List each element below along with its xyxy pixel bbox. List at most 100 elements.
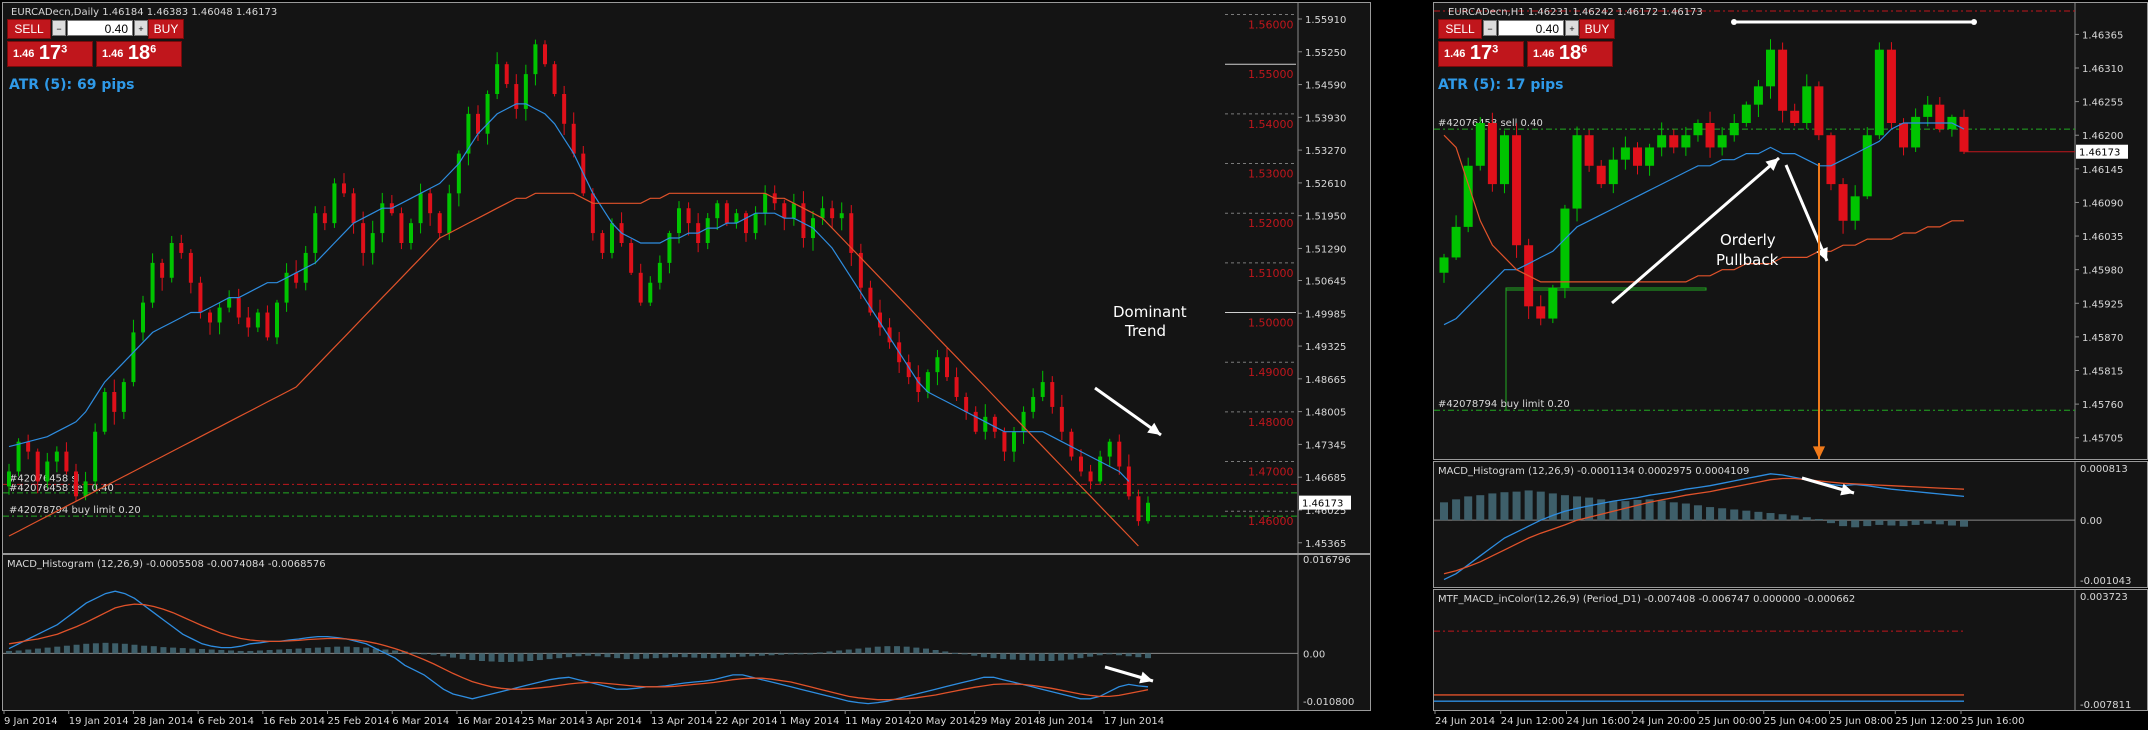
hourly-mtf-macd-panel[interactable]: MTF_MACD_inColor(12,26,9) (Period_D1) -0…	[1433, 589, 2148, 711]
daily-lot-input[interactable]: 0.40	[67, 20, 133, 36]
hourly-macd-axis-label: -0.001043	[2080, 576, 2131, 587]
daily-candle	[418, 193, 423, 224]
daily-price-tick-label: 1.47345	[1305, 440, 1346, 451]
hourly-time-label: 25 Jun 04:00	[1764, 716, 1828, 727]
daily-macd-hist-bar	[884, 646, 891, 654]
daily-candle	[428, 193, 433, 214]
daily-price-tick-label: 1.48665	[1305, 375, 1346, 386]
daily-macd-hist-bar	[469, 653, 476, 661]
daily-macd-hist-bar	[121, 643, 128, 654]
daily-macd-hist-bar	[565, 653, 572, 658]
hourly-macd-hist-bar	[1875, 520, 1884, 525]
daily-candle	[1040, 382, 1045, 397]
hourly-buy-limit-label: #42078794 buy limit 0.20	[1438, 399, 1570, 410]
daily-level-label: 1.48000	[1248, 416, 1294, 429]
daily-candle	[227, 297, 232, 308]
daily-macd-hist-bar	[131, 644, 138, 654]
hourly-candle	[1439, 257, 1449, 273]
daily-candle	[93, 431, 98, 482]
daily-macd-hist-bar	[459, 653, 466, 660]
daily-candle	[657, 262, 662, 283]
hourly-lot-input[interactable]: 0.40	[1498, 20, 1564, 36]
daily-lot-decrease-button[interactable]: −	[52, 20, 66, 36]
daily-buy-button[interactable]: BUY	[148, 19, 184, 39]
daily-macd-hist-bar	[807, 653, 814, 655]
hourly-candle	[1899, 123, 1909, 148]
hourly-sell-button[interactable]: SELL	[1438, 19, 1482, 39]
daily-sell-button[interactable]: SELL	[7, 19, 51, 39]
hourly-candle	[1862, 135, 1872, 197]
daily-atr-label: ATR (5): 69 pips	[9, 77, 135, 93]
daily-candle	[925, 372, 930, 393]
hourly-time-label: 24 Jun 2014	[1435, 716, 1495, 727]
daily-candle	[1050, 382, 1055, 407]
hourly-lot-increase-button[interactable]: +	[1565, 20, 1579, 36]
hourly-time-label: 24 Jun 16:00	[1567, 716, 1631, 727]
hourly-price-tick-label: 1.45980	[2082, 266, 2123, 277]
daily-time-label: 16 Feb 2014	[263, 716, 325, 727]
daily-lot-increase-button[interactable]: +	[134, 20, 148, 36]
daily-macd-hist-bar	[411, 652, 418, 654]
daily-candle	[744, 213, 748, 234]
hourly-time-axis: 24 Jun 2014 24 Jun 12:00 24 Jun 16:00 24 Ju…	[1434, 710, 2025, 727]
daily-macd-hist-bar	[536, 653, 543, 661]
daily-macd-hist-bar	[363, 647, 370, 654]
daily-macd-hist-bar	[951, 652, 958, 654]
daily-candle	[437, 213, 442, 234]
hourly-candle	[1596, 165, 1606, 185]
daily-time-label: 6 Feb 2014	[198, 716, 254, 727]
daily-macd-hist-bar	[430, 653, 437, 655]
daily-macd-hist-bar	[498, 653, 505, 662]
daily-candle	[552, 64, 557, 94]
hourly-candle	[1645, 147, 1655, 166]
daily-macd-hist-bar	[112, 643, 119, 654]
daily-macd-hist-bar	[633, 653, 640, 660]
hourly-buy-button[interactable]: BUY	[1579, 19, 1615, 39]
daily-price-tick-label: 1.55250	[1305, 48, 1346, 59]
daily-time-label: 25 Feb 2014	[328, 716, 390, 727]
hourly-macd-hist-bar	[1742, 510, 1751, 521]
hourly-candle	[1935, 104, 1945, 130]
daily-candle	[7, 471, 11, 487]
hourly-macd-panel[interactable]: MACD_Histogram (12,26,9) -0.0001134 0.00…	[1433, 461, 2148, 588]
daily-macd-hist-bar	[440, 653, 447, 657]
hourly-lot-decrease-button[interactable]: −	[1483, 20, 1497, 36]
hourly-macd-hist-bar	[1452, 499, 1461, 521]
daily-macd-panel[interactable]: MACD_Histogram (12,26,9) -0.0005508 -0.0…	[2, 554, 1371, 711]
hourly-price-tick-label: 1.45815	[2082, 367, 2123, 378]
hourly-resistance-marker-right-dot	[1971, 19, 1977, 25]
daily-sell-price[interactable]: 1.46 173	[7, 41, 93, 67]
daily-macd-hist-bar	[295, 648, 302, 654]
hourly-macd-hist-bar	[1839, 520, 1848, 527]
daily-candle	[964, 396, 969, 412]
hourly-macd-header: MACD_Histogram (12,26,9) -0.0001134 0.00…	[1438, 466, 1749, 477]
hourly-mtf-axis-label: -0.007811	[2080, 700, 2131, 710]
daily-candle	[734, 213, 739, 224]
daily-macd-hist-bar	[170, 647, 177, 654]
hourly-candle	[1451, 226, 1461, 258]
daily-sell-label: #42076458 sell 0.40	[9, 483, 114, 494]
daily-macd-hist-bar	[6, 650, 12, 654]
daily-candle	[74, 471, 78, 497]
daily-candle	[275, 302, 279, 338]
daily-candle	[255, 312, 260, 328]
daily-macd-hist-bar	[729, 653, 736, 658]
hourly-sell-price[interactable]: 1.46 173	[1438, 41, 1524, 67]
daily-macd-hist-bar	[681, 653, 688, 658]
daily-candle	[1031, 396, 1036, 412]
daily-buy-price[interactable]: 1.46 186	[96, 41, 182, 67]
daily-time-label: 17 Jun 2014	[1104, 716, 1164, 727]
daily-time-label: 19 Jan 2014	[69, 716, 129, 727]
hourly-time-label: 24 Jun 12:00	[1501, 716, 1565, 727]
hourly-candle	[1778, 49, 1788, 111]
daily-candle	[476, 113, 480, 134]
daily-macd-hist-bar	[44, 647, 51, 654]
daily-macd-hist-bar	[54, 646, 61, 654]
daily-price-panel[interactable]: 1.56000 1.55000 1.54000 1.53000 1.52000 1.510…	[2, 2, 1371, 554]
hourly-sell-price-small: 1.46	[1444, 48, 1466, 60]
hourly-buy-price[interactable]: 1.46 186	[1527, 41, 1613, 67]
hourly-price-panel[interactable]: 1.46365 1.46310 1.46255 1.46200 1.46145 1.460…	[1433, 2, 2148, 460]
daily-macd-hist-bar	[83, 643, 90, 654]
daily-candle	[753, 213, 758, 234]
daily-buy-price-small: 1.46	[102, 48, 124, 60]
